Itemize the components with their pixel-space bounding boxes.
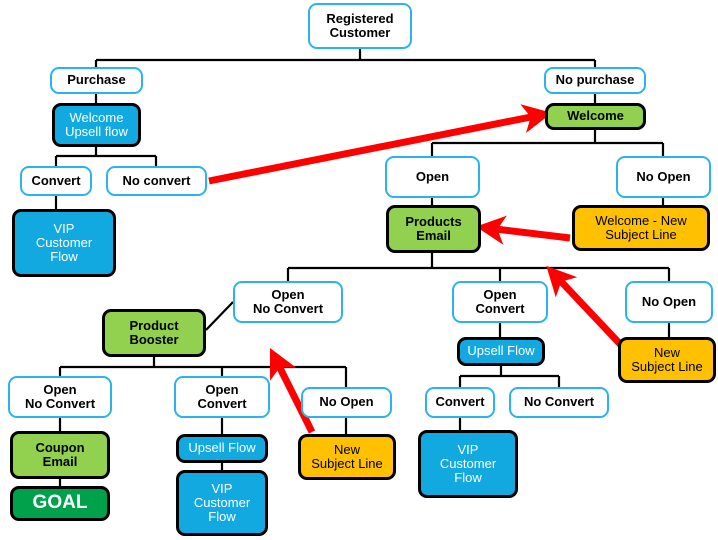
node-no-purchase[interactable]: No purchase xyxy=(544,67,646,94)
connector-path xyxy=(430,130,665,156)
node-label: GOAL xyxy=(32,492,88,514)
node-new-subject-line-2[interactable]: New Subject Line xyxy=(618,337,716,383)
connector-path xyxy=(500,266,671,281)
node-no-open-1[interactable]: No Open xyxy=(616,156,711,198)
node-goal[interactable]: GOAL xyxy=(10,486,110,521)
flowchart-canvas: Registered Customer Purchase No purchase We… xyxy=(0,0,718,540)
node-vip-customer-flow-2[interactable]: VIP Customer Flow xyxy=(176,470,268,536)
node-open-no-convert-2[interactable]: Open No Convert xyxy=(8,376,112,418)
node-new-subject-line-1[interactable]: New Subject Line xyxy=(298,434,396,480)
connector-path xyxy=(205,301,234,331)
node-label: Registered Customer xyxy=(326,10,394,40)
node-label: Purchase xyxy=(67,72,126,88)
node-label: Product Booster xyxy=(129,317,179,347)
node-welcome-upsell-flow[interactable]: Welcome Upsell flow xyxy=(52,103,141,147)
node-label: Upsell Flow xyxy=(467,343,535,359)
node-label: Open xyxy=(415,168,450,184)
node-convert-1[interactable]: Convert xyxy=(20,166,92,196)
node-label: Open Convert xyxy=(475,286,525,316)
node-label: Coupon Email xyxy=(35,439,85,469)
node-label: Convert xyxy=(31,172,81,188)
node-registered-customer[interactable]: Registered Customer xyxy=(308,3,412,49)
node-vip-customer-flow-1[interactable]: VIP Customer Flow xyxy=(12,209,116,277)
node-label: No Open xyxy=(319,394,374,410)
node-upsell-flow-2[interactable]: Upsell Flow xyxy=(176,434,268,463)
node-label: VIP Customer Flow xyxy=(439,441,497,486)
node-label: Welcome - New Subject Line xyxy=(595,212,687,242)
node-label: Welcome Upsell flow xyxy=(65,109,128,139)
node-no-open-2[interactable]: No Open xyxy=(625,281,713,323)
node-open-convert-1[interactable]: Open Convert xyxy=(452,281,548,323)
node-coupon-email[interactable]: Coupon Email xyxy=(10,431,110,479)
node-convert-2[interactable]: Convert xyxy=(425,387,495,418)
node-label: No Open xyxy=(641,293,697,309)
node-products-email[interactable]: Products Email xyxy=(386,205,481,253)
node-label: VIP Customer Flow xyxy=(193,480,251,525)
node-no-convert-2[interactable]: No Convert xyxy=(509,387,609,418)
node-welcome-new-subject-line[interactable]: Welcome - New Subject Line xyxy=(572,205,710,251)
node-open-no-convert-1[interactable]: Open No Convert xyxy=(233,281,343,323)
node-label: Open Convert xyxy=(197,381,247,411)
node-purchase[interactable]: Purchase xyxy=(50,67,143,94)
node-no-convert-1[interactable]: No convert xyxy=(106,166,207,196)
node-label: No Convert xyxy=(523,394,595,410)
node-label: Open No Convert xyxy=(252,286,324,316)
node-label: No Open xyxy=(636,168,691,184)
connector-path xyxy=(286,253,502,281)
node-open-convert-2[interactable]: Open Convert xyxy=(174,376,270,418)
node-label: VIP Customer Flow xyxy=(35,220,93,265)
connector-path xyxy=(54,147,158,166)
node-label: New Subject Line xyxy=(311,441,383,471)
node-label: New Subject Line xyxy=(631,344,703,374)
node-open-1[interactable]: Open xyxy=(385,156,480,198)
node-label: No convert xyxy=(122,172,191,188)
node-welcome[interactable]: Welcome xyxy=(545,103,646,130)
node-vip-customer-flow-3[interactable]: VIP Customer Flow xyxy=(418,430,518,498)
node-label: Open No Convert xyxy=(24,381,96,411)
node-upsell-flow-1[interactable]: Upsell Flow xyxy=(457,337,545,366)
node-label: Upsell Flow xyxy=(188,440,256,456)
connector-path xyxy=(94,49,597,67)
node-label: Welcome xyxy=(567,108,624,124)
node-label: Products Email xyxy=(405,213,462,243)
node-no-open-3[interactable]: No Open xyxy=(301,387,392,418)
node-product-booster[interactable]: Product Booster xyxy=(102,309,206,357)
node-label: Convert xyxy=(435,394,485,410)
node-label: No purchase xyxy=(555,72,635,88)
connector-path xyxy=(458,366,561,387)
